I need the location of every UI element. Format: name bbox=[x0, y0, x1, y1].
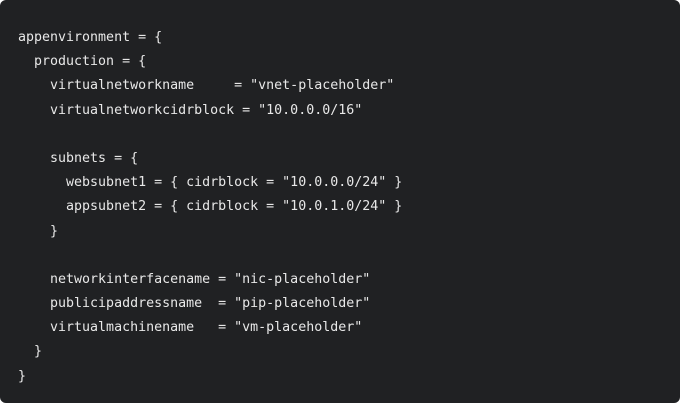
code-line: } bbox=[18, 223, 59, 239]
code-content[interactable]: appenvironment = { production = { virtua… bbox=[0, 0, 680, 389]
code-line: virtualnetworkname = "vnet-placeholder" bbox=[18, 78, 395, 94]
code-block: appenvironment = { production = { virtua… bbox=[0, 0, 680, 403]
code-line: websubnet1 = { cidrblock = "10.0.0.0/24"… bbox=[18, 175, 403, 191]
code-line: subnets = { bbox=[18, 150, 139, 166]
code-line: publicipaddressname = "pip-placeholder" bbox=[18, 296, 371, 312]
code-line: appsubnet2 = { cidrblock = "10.0.1.0/24"… bbox=[18, 199, 403, 215]
code-line: } bbox=[18, 344, 43, 360]
code-line: virtualnetworkcidrblock = "10.0.0.0/16" bbox=[18, 102, 363, 118]
code-line: virtualmachinename = "vm-placeholder" bbox=[18, 320, 363, 336]
code-line: } bbox=[18, 368, 27, 384]
code-line: networkinterfacename = "nic-placeholder" bbox=[18, 271, 371, 287]
code-line: production = { bbox=[18, 54, 147, 70]
code-line: appenvironment = { bbox=[18, 30, 163, 45]
